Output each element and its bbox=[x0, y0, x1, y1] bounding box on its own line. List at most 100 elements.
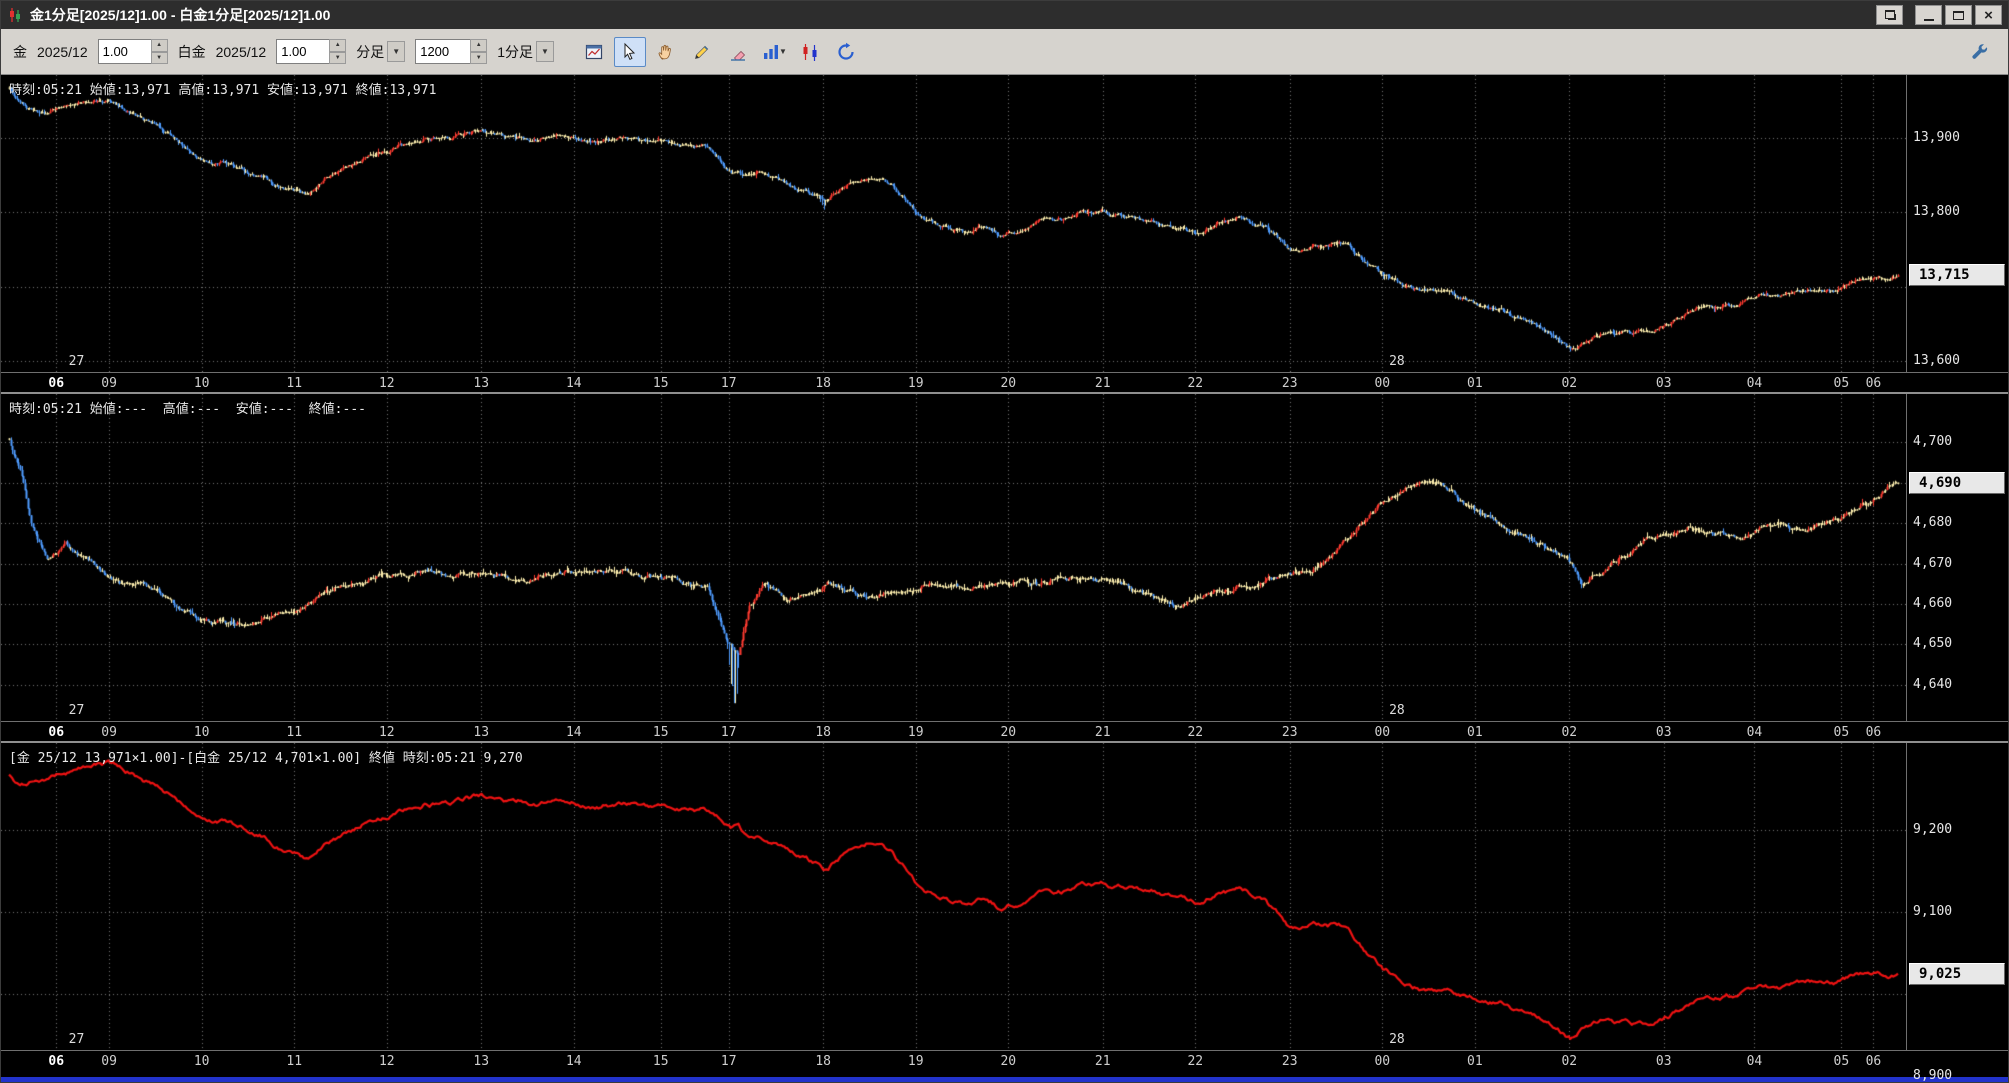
spread-formula-readout: [金 25/12 13,971×1.00]-[白金 25/12 4,701×1.… bbox=[9, 751, 523, 766]
y-axis-label: 13,800 bbox=[1913, 204, 1960, 220]
erase-drawing-button[interactable] bbox=[722, 37, 754, 67]
maximize-button[interactable] bbox=[1945, 5, 1972, 25]
time-tick-label: 05 bbox=[1833, 1054, 1850, 1069]
time-tick-label: 11 bbox=[286, 725, 303, 740]
gold-ratio-down-button[interactable]: ▼ bbox=[150, 51, 168, 64]
bar-count-input[interactable] bbox=[415, 39, 472, 64]
platinum-ratio-down-button[interactable]: ▼ bbox=[329, 51, 347, 64]
spread-plot-area: [金 25/12 13,971×1.00]-[白金 25/12 4,701×1.… bbox=[1, 743, 2008, 1082]
spread-line-chart[interactable] bbox=[1, 743, 1906, 1050]
gold-chart-panel: 時刻:05:21 始値:13,971 高値:13,971 安値:13,971 終… bbox=[1, 75, 2008, 392]
gold-plot-area: 時刻:05:21 始値:13,971 高値:13,971 安値:13,971 終… bbox=[1, 75, 2008, 372]
time-tick-label: 10 bbox=[193, 725, 210, 740]
reload-button[interactable] bbox=[830, 37, 862, 67]
time-tick-label: 03 bbox=[1655, 725, 1672, 740]
last-price-badge: 9,025 bbox=[1909, 962, 2005, 985]
time-tick-label: 11 bbox=[286, 376, 303, 391]
period-type-combo[interactable]: 分足 ▼ bbox=[356, 41, 406, 62]
time-tick-label: 00 bbox=[1374, 725, 1391, 740]
day-marker: 28 bbox=[1389, 703, 1405, 718]
settings-wrench-button[interactable] bbox=[1964, 37, 1996, 67]
time-tick-label: 23 bbox=[1281, 376, 1298, 391]
spread-time-axis: 06 09 10 11 12 13 14 15 17 18 19 20 21 22 23 00 01 02 03 04… bbox=[1, 1050, 2008, 1070]
time-tick-label: 05 bbox=[1833, 376, 1850, 391]
minimize-button[interactable] bbox=[1915, 5, 1942, 25]
time-tick-label: 18 bbox=[815, 725, 831, 740]
y-axis-label: 9,100 bbox=[1913, 904, 1953, 920]
period-type-label: 分足 bbox=[356, 43, 385, 60]
last-price-badge: 4,690 bbox=[1909, 471, 2005, 494]
platinum-ratio-up-button[interactable]: ▲ bbox=[329, 39, 347, 52]
time-tick-label: 03 bbox=[1655, 376, 1672, 391]
app-window: 金1分足[2025/12]1.00 - 白金1分足[2025/12]1.00 ×… bbox=[0, 0, 2009, 1083]
day-marker: 27 bbox=[68, 1032, 85, 1047]
time-tick-label: 15 bbox=[652, 1054, 669, 1069]
platinum-plot-area: 時刻:05:21 始値:--- 高値:--- 安値:--- 終値:--- 4,7… bbox=[1, 394, 2008, 721]
y-axis-label: 4,660 bbox=[1913, 595, 1953, 611]
platinum-candlestick-chart[interactable] bbox=[1, 394, 1906, 721]
time-tick-label: 21 bbox=[1094, 725, 1111, 740]
window-controls: × bbox=[1876, 5, 2002, 25]
close-button[interactable]: × bbox=[1975, 5, 2002, 25]
time-tick-label: 17 bbox=[720, 376, 737, 391]
time-tick-label: 19 bbox=[907, 725, 924, 740]
platinum-ratio-input[interactable] bbox=[276, 39, 331, 64]
gold-contract-month[interactable]: 2025/12 bbox=[37, 44, 88, 60]
chart-type-button[interactable]: ▼ bbox=[758, 37, 790, 67]
time-tick-label: 19 bbox=[907, 1054, 924, 1069]
bar-count-down-button[interactable]: ▼ bbox=[470, 51, 488, 64]
time-tick-label: 22 bbox=[1187, 376, 1204, 391]
time-tick-label: 20 bbox=[1000, 725, 1017, 740]
time-tick-label: 18 bbox=[815, 376, 831, 391]
y-axis-label: 13,900 bbox=[1913, 130, 1960, 146]
time-tick-label: 12 bbox=[378, 1054, 395, 1069]
time-tick-label: 22 bbox=[1187, 725, 1204, 740]
time-tick-label: 06 bbox=[1865, 1054, 1882, 1069]
gold-ratio-spinner: ▲ ▼ bbox=[97, 39, 168, 64]
time-tick-label: 12 bbox=[378, 376, 395, 391]
y-axis-label: 4,650 bbox=[1913, 636, 1953, 652]
y-axis-label: 9,200 bbox=[1913, 822, 1953, 837]
gold-ratio-input[interactable] bbox=[97, 39, 152, 64]
day-marker: 28 bbox=[1389, 354, 1405, 369]
last-price-badge: 13,715 bbox=[1909, 264, 2005, 287]
bar-count-up-button[interactable]: ▲ bbox=[470, 39, 488, 52]
time-tick-label: 18 bbox=[815, 1054, 831, 1069]
time-tick-label: 02 bbox=[1561, 376, 1578, 391]
candlestick-icon bbox=[803, 43, 817, 61]
draw-line-button[interactable] bbox=[686, 37, 718, 67]
chevron-down-icon: ▼ bbox=[779, 47, 787, 56]
time-tick-label: 12 bbox=[378, 725, 395, 740]
y-axis-label: 4,700 bbox=[1913, 434, 1953, 450]
interval-combo[interactable]: 1分足 ▼ bbox=[497, 41, 555, 62]
gold-ratio-up-button[interactable]: ▲ bbox=[150, 39, 168, 52]
gold-candlestick-chart[interactable] bbox=[1, 75, 1906, 372]
platinum-ohlc-readout: 時刻:05:21 始値:--- 高値:--- 安値:--- 終値:--- bbox=[9, 402, 366, 417]
time-tick-label: 09 bbox=[101, 376, 117, 391]
platinum-contract-month[interactable]: 2025/12 bbox=[216, 44, 267, 60]
title-bar: 金1分足[2025/12]1.00 - 白金1分足[2025/12]1.00 × bbox=[1, 1, 2008, 29]
pin-window-button[interactable] bbox=[1876, 5, 1903, 25]
day-marker: 28 bbox=[1389, 1032, 1405, 1047]
gold-price-axis: 13,900 13,800 13,600 13,715 bbox=[1906, 75, 2008, 372]
platinum-chart-panel: 時刻:05:21 始値:--- 高値:--- 安値:--- 終値:--- 4,7… bbox=[1, 394, 2008, 741]
time-tick-label: 04 bbox=[1746, 725, 1763, 740]
time-tick-label: 20 bbox=[1000, 376, 1017, 391]
bar-count-spinner: ▲ ▼ bbox=[415, 39, 488, 64]
chevron-down-icon[interactable]: ▼ bbox=[387, 41, 406, 62]
tool-icons: ▼ bbox=[578, 36, 862, 67]
platinum-label: 白金 bbox=[177, 43, 206, 60]
time-tick-label: 02 bbox=[1561, 1054, 1578, 1069]
cursor-icon bbox=[624, 42, 636, 60]
time-tick-label: 19 bbox=[907, 376, 924, 391]
chevron-down-icon[interactable]: ▼ bbox=[536, 41, 555, 62]
select-tool-button[interactable] bbox=[614, 36, 647, 67]
y-axis-label: 4,640 bbox=[1913, 676, 1953, 692]
time-tick-label: 15 bbox=[652, 376, 669, 391]
pencil-icon bbox=[694, 45, 709, 59]
pan-tool-button[interactable] bbox=[650, 37, 682, 67]
bar-chart-icon bbox=[764, 44, 779, 59]
chart-settings-button[interactable] bbox=[578, 37, 610, 67]
candlestick-chart-button[interactable] bbox=[794, 37, 826, 67]
hand-icon bbox=[658, 44, 671, 60]
